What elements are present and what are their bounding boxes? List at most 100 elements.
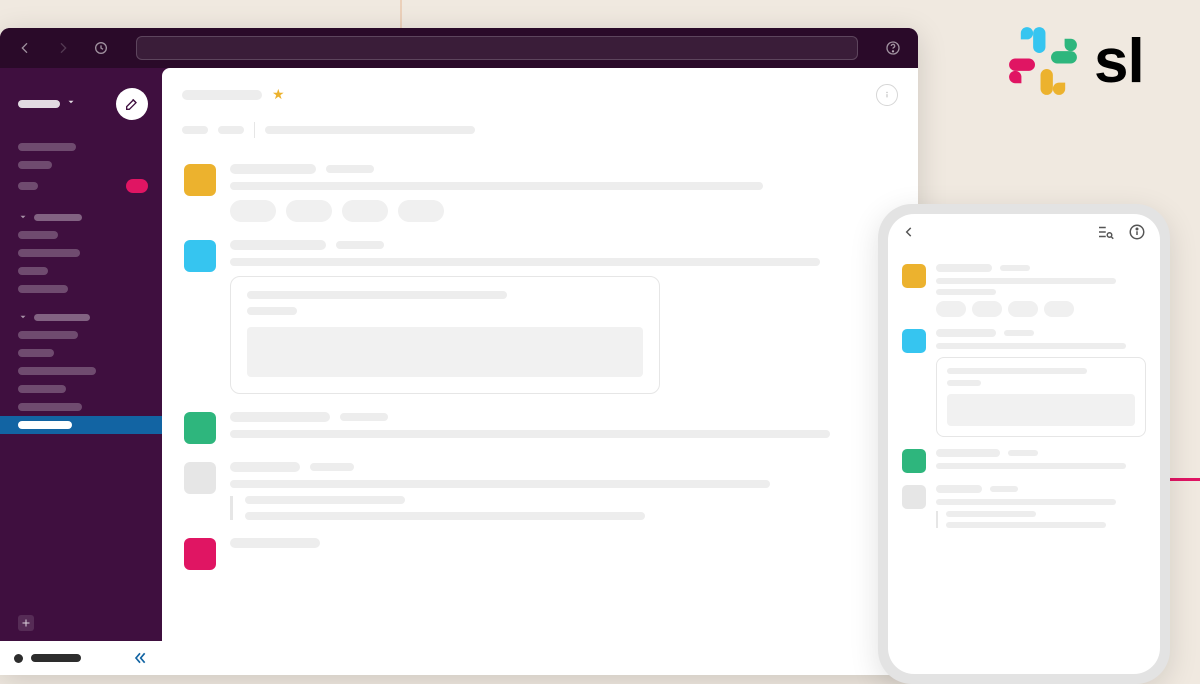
sidebar-dm-item[interactable]: [0, 326, 162, 344]
mobile-message[interactable]: [902, 321, 1146, 441]
sidebar-channel-item[interactable]: [0, 280, 162, 298]
message-timestamp: [340, 413, 388, 421]
avatar[interactable]: [184, 164, 216, 196]
sidebar-add-button[interactable]: [0, 611, 162, 635]
avatar[interactable]: [902, 264, 926, 288]
reaction[interactable]: [398, 200, 444, 222]
sidebar-dm-item[interactable]: [0, 344, 162, 362]
channel-name[interactable]: [182, 90, 262, 100]
sidebar-section-header[interactable]: [0, 298, 162, 326]
avatar[interactable]: [184, 538, 216, 570]
thread-text: [245, 512, 645, 520]
message-timestamp: [326, 165, 374, 173]
message-author: [936, 485, 982, 493]
thread-text: [245, 496, 405, 504]
message[interactable]: [184, 450, 896, 526]
avatar[interactable]: [184, 462, 216, 494]
mobile-device: [878, 204, 1170, 684]
sidebar-nav-item[interactable]: [0, 174, 162, 198]
thread-reply[interactable]: [936, 511, 1146, 528]
message[interactable]: [184, 400, 896, 450]
reaction[interactable]: [286, 200, 332, 222]
member-count[interactable]: [182, 126, 208, 134]
avatar[interactable]: [902, 449, 926, 473]
help-button[interactable]: [882, 37, 904, 59]
mobile-message[interactable]: [902, 441, 1146, 477]
message-timestamp: [1008, 450, 1038, 456]
message-timestamp: [1004, 330, 1034, 336]
search-input[interactable]: [136, 36, 858, 60]
mobile-message[interactable]: [902, 477, 1146, 532]
reaction[interactable]: [342, 200, 388, 222]
message-author[interactable]: [230, 538, 320, 548]
nav-back-button[interactable]: [14, 37, 36, 59]
reaction[interactable]: [1008, 301, 1038, 317]
message-author[interactable]: [230, 462, 300, 472]
message-text: [936, 463, 1126, 469]
channel-info-button[interactable]: [876, 84, 898, 106]
nav-forward-button[interactable]: [52, 37, 74, 59]
message-author[interactable]: [230, 412, 330, 422]
plus-icon: [18, 615, 34, 631]
sidebar-dm-item-selected[interactable]: [0, 416, 162, 434]
avatar[interactable]: [902, 485, 926, 509]
mobile-screen: [888, 214, 1160, 674]
thread-reply[interactable]: [230, 496, 896, 520]
workspace-switcher[interactable]: [18, 95, 76, 113]
message-text: [230, 480, 770, 488]
message-attachment-card[interactable]: [230, 276, 660, 394]
mobile-message[interactable]: [902, 256, 1146, 321]
sidebar-dm-item[interactable]: [0, 362, 162, 380]
sidebar-dm-item[interactable]: [0, 398, 162, 416]
mobile-search-icon[interactable]: [1096, 223, 1114, 246]
reaction[interactable]: [230, 200, 276, 222]
avatar[interactable]: [184, 240, 216, 272]
card-preview: [247, 327, 643, 377]
sidebar-channel-item[interactable]: [0, 262, 162, 280]
brand-wordmark: sl: [1094, 26, 1144, 97]
message-author[interactable]: [230, 240, 326, 250]
sidebar-nav-item[interactable]: [0, 138, 162, 156]
channel-topic[interactable]: [265, 126, 475, 134]
message[interactable]: [184, 228, 896, 400]
message-author[interactable]: [230, 164, 316, 174]
mobile-feed[interactable]: [888, 254, 1160, 674]
pin-count[interactable]: [218, 126, 244, 134]
reaction[interactable]: [936, 301, 966, 317]
message[interactable]: [184, 152, 896, 228]
message-author: [936, 329, 996, 337]
message-text: [936, 289, 996, 295]
message-text: [230, 430, 830, 438]
message-feed[interactable]: [162, 152, 918, 675]
message-text: [936, 278, 1116, 284]
avatar[interactable]: [902, 329, 926, 353]
sidebar-section-header[interactable]: [0, 198, 162, 226]
star-icon[interactable]: ★: [272, 86, 285, 103]
titlebar: [0, 28, 918, 68]
reactions: [230, 200, 896, 222]
reaction[interactable]: [1044, 301, 1074, 317]
card-title: [947, 368, 1087, 374]
message[interactable]: [184, 526, 896, 576]
message-author: [936, 449, 1000, 457]
sidebar-nav-item[interactable]: [0, 156, 162, 174]
sidebar-dm-item[interactable]: [0, 380, 162, 398]
mobile-info-icon[interactable]: [1128, 223, 1146, 246]
sidebar-connect-band[interactable]: [0, 641, 162, 675]
message-text: [936, 343, 1126, 349]
card-meta: [947, 380, 981, 386]
message-text: [230, 258, 820, 266]
sidebar: [0, 68, 162, 675]
chevron-down-icon: [18, 312, 28, 322]
reaction[interactable]: [972, 301, 1002, 317]
avatar[interactable]: [184, 412, 216, 444]
channel-header: ★: [162, 68, 918, 122]
compose-button[interactable]: [116, 88, 148, 120]
mobile-back-button[interactable]: [902, 225, 916, 244]
sidebar-channel-item[interactable]: [0, 244, 162, 262]
sidebar-channel-item[interactable]: [0, 226, 162, 244]
brand: sl: [1006, 24, 1144, 98]
main-pane: ★: [162, 68, 918, 675]
history-button[interactable]: [90, 37, 112, 59]
mobile-attachment-card[interactable]: [936, 357, 1146, 437]
